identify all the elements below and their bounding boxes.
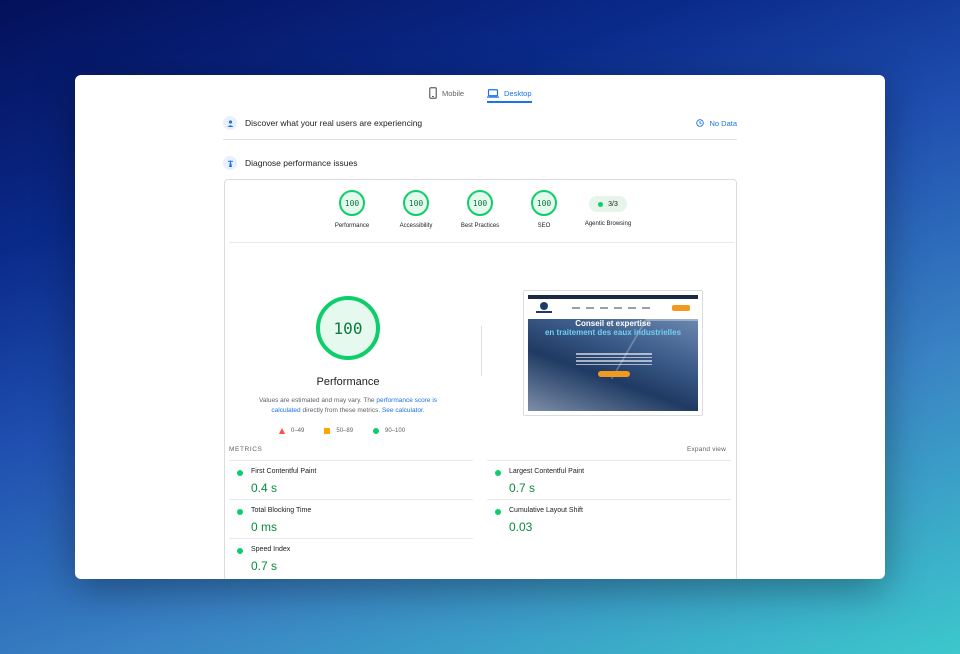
note-text-1: Values are estimated and may vary. The xyxy=(258,397,377,404)
site-topbar xyxy=(528,295,698,299)
metric-speed-index: Speed Index 0.7 s xyxy=(229,538,473,576)
pass-dot-icon xyxy=(495,509,501,515)
metric-value: 0.03 xyxy=(509,520,533,534)
see-calculator-link[interactable]: See calculator. xyxy=(382,407,425,414)
gauge-seo[interactable]: 100 SEO xyxy=(514,190,574,229)
pass-dot-icon xyxy=(237,509,243,515)
gauges-divider xyxy=(229,242,734,243)
metric-value: 0 ms xyxy=(251,520,278,534)
site-nav-links xyxy=(572,307,650,309)
field-data-title: Discover what your real users are experi… xyxy=(245,118,423,128)
metric-fcp: First Contentful Paint 0.4 s xyxy=(229,460,473,498)
fail-triangle-icon xyxy=(279,428,285,434)
section-divider xyxy=(223,139,737,140)
diagnose-title: Diagnose performance issues xyxy=(245,158,358,168)
agentic-value: 3/3 xyxy=(608,200,618,208)
legend-fail-label: 0–49 xyxy=(291,428,305,434)
legend-average-label: 50–89 xyxy=(336,428,354,434)
metric-name: Cumulative Layout Shift xyxy=(509,507,583,514)
metric-value: 0.7 s xyxy=(251,559,278,573)
active-tab-indicator xyxy=(487,101,532,103)
gauge-performance-score: 100 xyxy=(339,190,365,216)
agentic-pill: 3/3 xyxy=(589,196,627,212)
device-tabs: Mobile Desktop xyxy=(75,75,885,105)
note-text-2: directly from these metrics. xyxy=(300,407,382,414)
lighthouse-icon xyxy=(223,156,237,170)
gauge-best-practices-score: 100 xyxy=(467,190,493,216)
gauge-best-practices-label: Best Practices xyxy=(460,223,500,229)
site-navbar xyxy=(528,295,698,319)
metrics-title: METRICS xyxy=(229,446,263,453)
pass-dot-icon xyxy=(495,470,501,476)
gauge-performance-label: Performance xyxy=(334,223,370,229)
phone-icon xyxy=(429,87,437,99)
final-screenshot[interactable]: Conseil et expertise en traitement des e… xyxy=(523,290,703,416)
performance-title: Performance xyxy=(316,376,380,388)
no-data-label: No Data xyxy=(709,118,737,128)
screenshot-content: Conseil et expertise en traitement des e… xyxy=(528,295,698,411)
average-square-icon xyxy=(324,428,331,434)
legend-pass: 90–100 xyxy=(373,428,405,434)
tab-mobile-label: Mobile xyxy=(442,88,465,98)
gauge-seo-label: SEO xyxy=(537,223,551,229)
metric-lcp: Largest Contentful Paint 0.7 s xyxy=(487,460,731,498)
tab-desktop[interactable]: Desktop xyxy=(487,83,532,103)
no-data-link[interactable]: No Data xyxy=(696,119,737,128)
score-legend: 0–49 50–89 90–100 xyxy=(279,428,405,434)
metric-cls: Cumulative Layout Shift 0.03 xyxy=(487,499,731,537)
gauge-agentic-browsing[interactable]: 3/3 Agentic Browsing xyxy=(578,190,638,227)
gauge-performance[interactable]: 100 Performance xyxy=(322,190,382,229)
agentic-label: Agentic Browsing xyxy=(584,221,632,227)
site-cta-button xyxy=(672,305,690,311)
site-headline-accent: en traitement des eaux industrielles xyxy=(544,328,682,337)
tab-desktop-label: Desktop xyxy=(504,88,532,98)
gauge-best-practices[interactable]: 100 Best Practices xyxy=(450,190,510,229)
performance-note: Values are estimated and may vary. The p… xyxy=(245,396,451,416)
tab-mobile[interactable]: Mobile xyxy=(429,83,464,103)
field-data-section[interactable]: Discover what your real users are experi… xyxy=(223,112,737,134)
pass-dot-icon xyxy=(598,201,604,207)
legend-average: 50–89 xyxy=(324,428,353,434)
expand-view-button[interactable]: Expand view xyxy=(687,446,726,453)
site-headline: Conseil et expertise en traitement des e… xyxy=(528,319,698,337)
metric-tbt: Total Blocking Time 0 ms xyxy=(229,499,473,537)
pass-circle-icon xyxy=(373,428,380,434)
gauge-accessibility-score: 100 xyxy=(403,190,429,216)
metrics-header: METRICS Expand view xyxy=(229,446,734,458)
pass-dot-icon xyxy=(237,470,243,476)
pagespeed-window: Mobile Desktop Discover what your real u… xyxy=(75,75,885,579)
metric-name: Largest Contentful Paint xyxy=(509,468,585,475)
laptop-icon xyxy=(487,88,499,98)
metric-name: Total Blocking Time xyxy=(251,507,312,514)
legend-fail: 0–49 xyxy=(279,428,304,434)
site-hero-text xyxy=(576,353,652,367)
performance-score-gauge: 100 xyxy=(316,296,380,360)
metric-value: 0.4 s xyxy=(251,481,278,495)
gauge-seo-score: 100 xyxy=(531,190,557,216)
metric-value: 0.7 s xyxy=(509,481,536,495)
metric-name: First Contentful Paint xyxy=(251,468,317,475)
category-gauges: 100 Performance 100 Accessibility 100 Be… xyxy=(225,190,738,242)
diagnose-section: Diagnose performance issues xyxy=(223,152,737,174)
site-hero-button xyxy=(598,371,630,377)
site-logo xyxy=(536,302,552,314)
site-headline-main: Conseil et expertise xyxy=(575,319,651,328)
legend-pass-label: 90–100 xyxy=(385,428,406,434)
pass-dot-icon xyxy=(237,548,243,554)
users-icon xyxy=(223,116,237,130)
metric-name: Speed Index xyxy=(251,546,291,553)
gauge-accessibility-label: Accessibility xyxy=(399,223,433,229)
gauge-accessibility[interactable]: 100 Accessibility xyxy=(386,190,446,229)
vertical-separator xyxy=(481,326,482,376)
clock-icon xyxy=(696,119,705,127)
lighthouse-report: 100 Performance 100 Accessibility 100 Be… xyxy=(224,179,737,579)
